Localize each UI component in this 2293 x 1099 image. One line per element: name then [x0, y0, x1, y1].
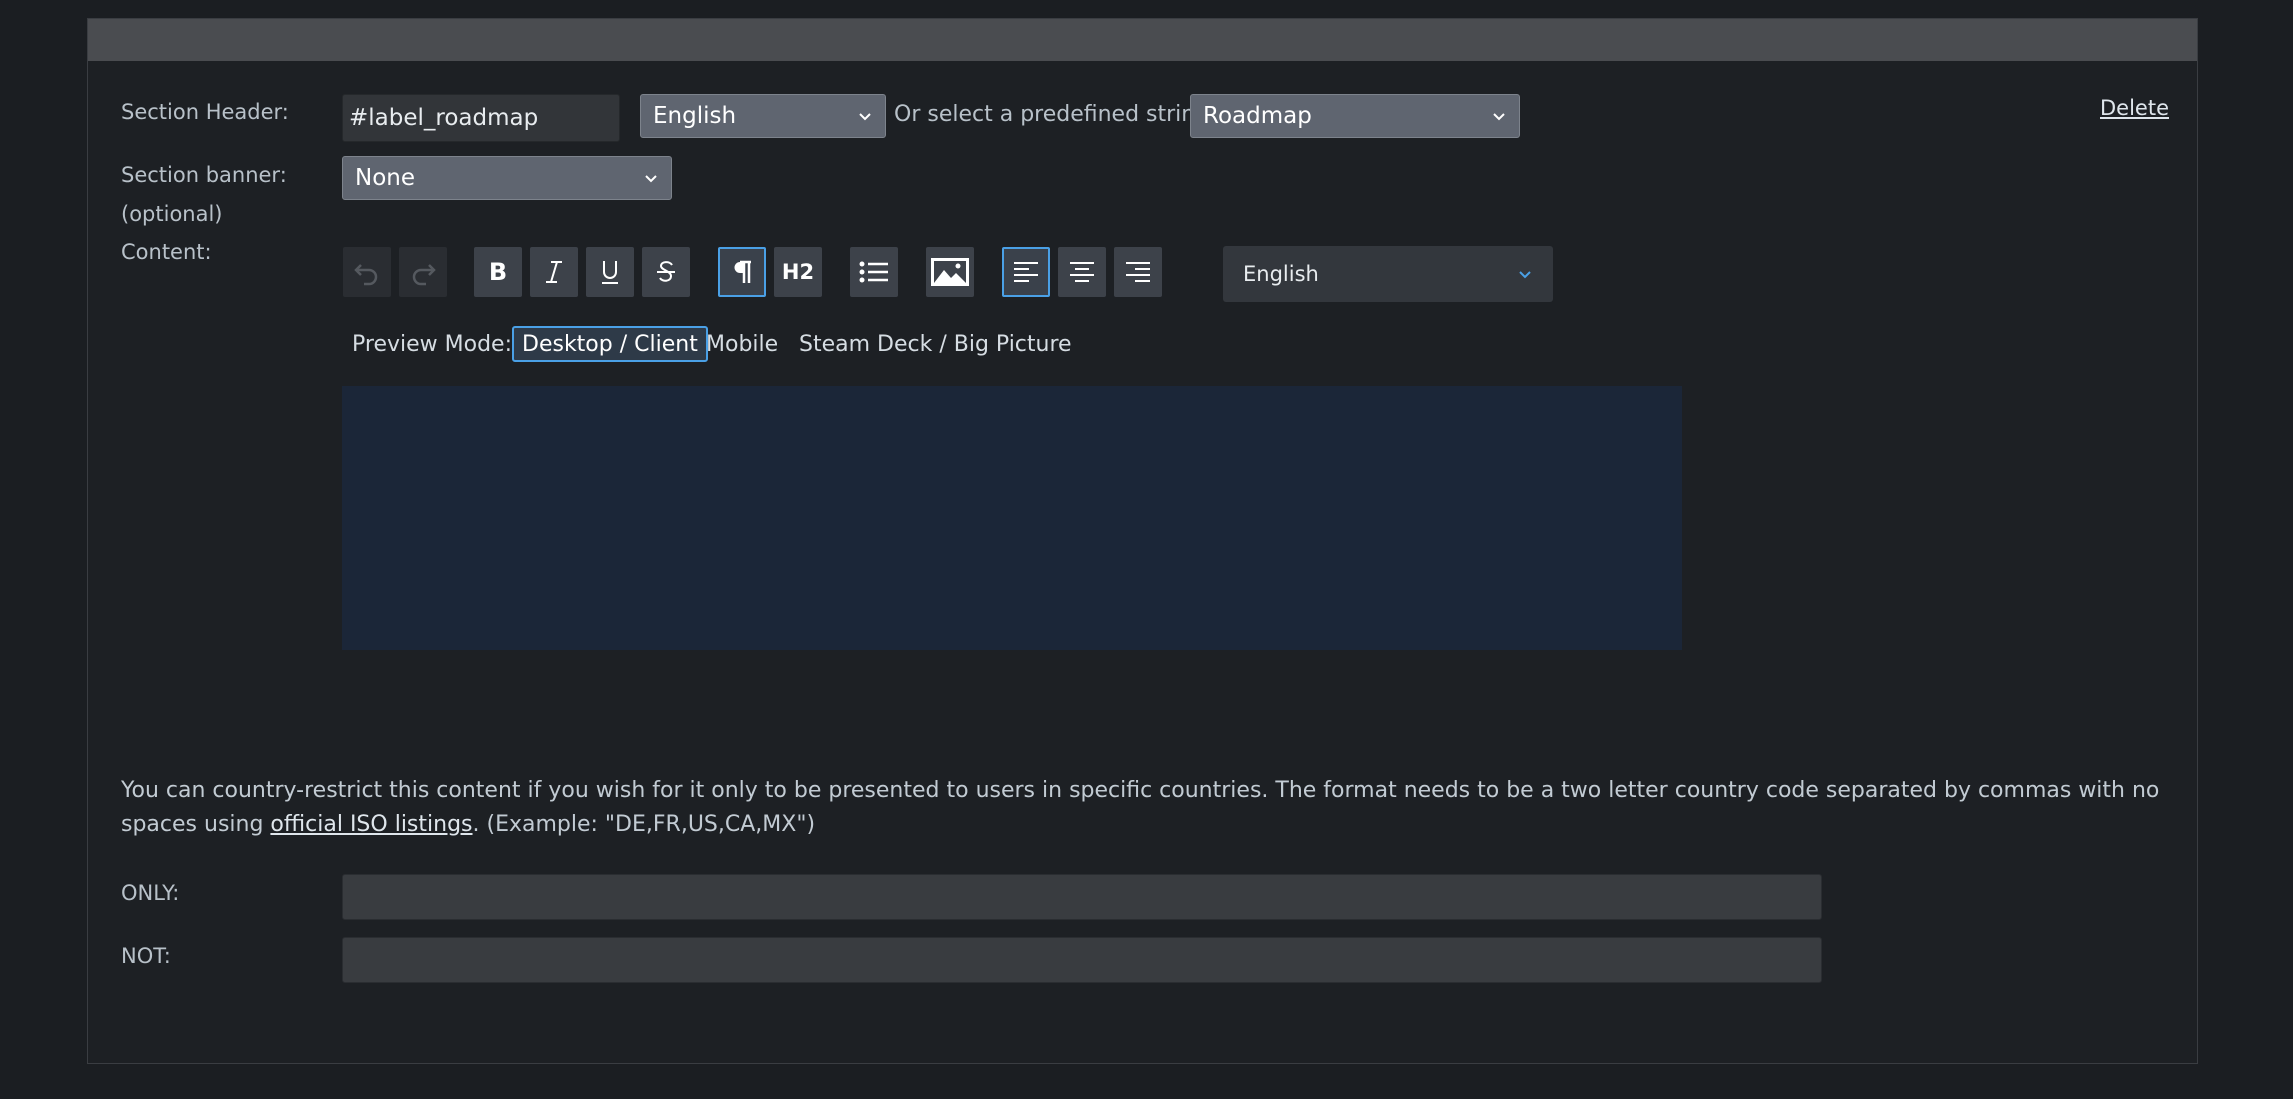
country-description-example: . (Example: "DE,FR,US,CA,MX") — [472, 812, 816, 837]
insert-image-button[interactable] — [926, 247, 974, 297]
header-language-select[interactable]: English — [640, 94, 886, 138]
paragraph-button[interactable] — [718, 247, 766, 297]
section-header-label: Section Header: — [121, 100, 289, 124]
not-label: NOT: — [121, 944, 171, 968]
undo-icon — [354, 264, 378, 286]
content-language-select[interactable]: English — [1223, 246, 1553, 302]
align-right-button[interactable] — [1114, 247, 1162, 297]
content-editor-area[interactable] — [342, 386, 1682, 650]
heading-2-button[interactable]: H2 — [774, 247, 822, 297]
predefined-string-label: Or select a predefined string: — [894, 102, 1217, 127]
predefined-string-value: Roadmap — [1203, 103, 1312, 129]
section-header-input[interactable]: #label_roadmap — [342, 94, 620, 142]
preview-mode-label: Preview Mode: — [352, 331, 512, 357]
chevron-down-icon — [1519, 271, 1531, 279]
align-right-icon — [1126, 262, 1150, 282]
svg-text:B: B — [489, 258, 507, 286]
align-center-icon — [1070, 262, 1094, 282]
bullet-list-icon — [859, 261, 888, 283]
section-banner-value: None — [355, 165, 416, 191]
not-countries-input[interactable] — [342, 937, 1822, 983]
bold-button[interactable]: B — [474, 247, 522, 297]
chevron-down-icon — [859, 113, 871, 121]
h2-label: H2 — [781, 260, 815, 284]
panel-header-bar — [88, 19, 2197, 61]
country-description-line-1: You can country-restrict this content if… — [121, 778, 2160, 803]
country-restrict-description: You can country-restrict this content if… — [121, 774, 2201, 842]
section-banner-optional: (optional) — [121, 202, 223, 226]
section-banner-label: Section banner: — [121, 163, 287, 187]
chevron-down-icon — [1493, 113, 1505, 121]
only-label: ONLY: — [121, 881, 180, 905]
content-label: Content: — [121, 240, 212, 264]
country-description-text: spaces using — [121, 812, 271, 837]
image-icon — [931, 258, 969, 286]
country-description-line-2: spaces using official ISO listings. (Exa… — [121, 808, 2201, 842]
undo-button[interactable] — [343, 247, 391, 297]
paragraph-icon — [734, 260, 751, 283]
redo-icon — [412, 264, 436, 286]
preview-option-desktop[interactable]: Desktop / Client — [512, 326, 708, 362]
bold-icon: B — [489, 258, 507, 286]
strikethrough-button[interactable] — [642, 247, 690, 297]
content-language-value: English — [1243, 262, 1319, 286]
italic-button[interactable] — [530, 247, 578, 297]
chevron-down-icon — [645, 175, 657, 183]
header-language-value: English — [653, 103, 737, 129]
predefined-string-select[interactable]: Roadmap — [1190, 94, 1520, 138]
strikethrough-icon — [657, 261, 675, 282]
preview-option-mobile[interactable]: Mobile — [706, 326, 778, 362]
align-left-icon — [1014, 262, 1038, 282]
underline-button[interactable] — [586, 247, 634, 297]
underline-icon — [602, 261, 618, 284]
redo-button[interactable] — [399, 247, 447, 297]
align-left-button[interactable] — [1002, 247, 1050, 297]
preview-option-steam-deck[interactable]: Steam Deck / Big Picture — [799, 326, 1072, 362]
section-banner-select[interactable]: None — [342, 156, 672, 200]
bullet-list-button[interactable] — [850, 247, 898, 297]
align-center-button[interactable] — [1058, 247, 1106, 297]
only-countries-input[interactable] — [342, 874, 1822, 920]
italic-icon — [546, 261, 562, 283]
delete-link[interactable]: Delete — [2100, 96, 2169, 120]
iso-listings-link[interactable]: official ISO listings — [270, 812, 472, 837]
